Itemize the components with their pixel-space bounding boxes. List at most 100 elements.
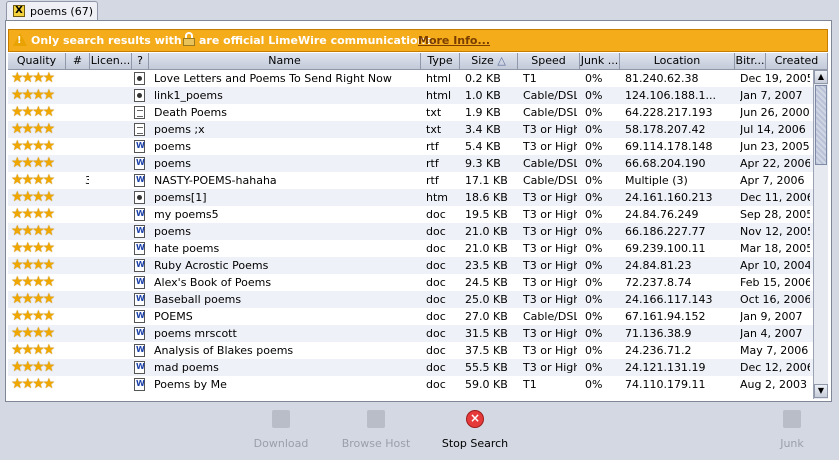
close-tab-icon[interactable]: X — [13, 5, 25, 17]
doc-file-icon — [134, 140, 145, 153]
cell-speed: T1 — [523, 72, 537, 85]
doc-file-icon — [134, 174, 145, 187]
table-row[interactable]: ★★★★ mad poems doc 55.5 KB T3 or Higher 0% 24.… — [8, 359, 813, 376]
table-row[interactable]: ★★★★ poems rtf 5.4 KB T3 or Higher 0% 69.114.1… — [8, 138, 813, 155]
cell-name: Death Poems — [154, 106, 227, 119]
column-created[interactable]: Created — [766, 53, 828, 70]
cell-name: poems ;x — [154, 123, 205, 136]
vertical-scrollbar[interactable]: ▲ ▼ — [813, 70, 828, 399]
cell-name: hate poems — [154, 242, 220, 255]
tab-search-poems[interactable]: X poems (67) — [6, 1, 98, 20]
cell-speed: T3 or Higher — [523, 242, 577, 255]
table-row[interactable]: ★★★★ 3 NASTY-POEMS-hahaha rtf 17.1 KB Cable/D… — [8, 172, 813, 189]
cell-location: 24.121.131.19 — [625, 361, 706, 374]
table-row[interactable]: ★★★★ Love Letters and Poems To Send Right… — [8, 70, 813, 87]
stop-search-button[interactable]: × Stop Search — [435, 408, 515, 454]
cell-created: Dec 12, 2006 — [740, 361, 810, 374]
cell-created: Sep 28, 2005 — [740, 208, 810, 221]
cell-speed: Cable/DSL — [523, 106, 577, 119]
table-row[interactable]: ★★★★ poems ;x txt 3.4 KB T3 or Higher 0% 58.17… — [8, 121, 813, 138]
cell-count — [85, 138, 89, 155]
browse-host-button[interactable]: Browse Host — [335, 408, 417, 454]
cell-created: Apr 22, 2006 — [740, 157, 810, 170]
cell-type: doc — [426, 327, 446, 340]
table-row[interactable]: ★★★★ poems[1] htm 18.6 KB T3 or Higher 0% 24.1… — [8, 189, 813, 206]
table-row[interactable]: ★★★★ poems rtf 9.3 KB Cable/DSL 0% 66.68.204.1… — [8, 155, 813, 172]
cell-location: 74.110.179.11 — [625, 378, 706, 391]
column-location[interactable]: Location — [620, 53, 735, 70]
column-junk[interactable]: Junk ... — [580, 53, 620, 70]
table-row[interactable]: ★★★★ hate poems doc 21.0 KB T3 or Higher 0% 69… — [8, 240, 813, 257]
trash-icon — [783, 410, 801, 428]
cell-type: txt — [426, 123, 442, 136]
table-row[interactable]: ★★★★ link1_poems html 1.0 KB Cable/DSL 0% 124.… — [8, 87, 813, 104]
table-row[interactable]: ★★★★ Baseball poems doc 25.0 KB T3 or Higher… — [8, 291, 813, 308]
cell-type: html — [426, 89, 452, 102]
cell-speed: T3 or Higher — [523, 361, 577, 374]
table-row[interactable]: ★★★★ poems mrscott doc 31.5 KB T3 or Higher 0… — [8, 325, 813, 342]
junk-button[interactable]: Junk — [770, 408, 814, 454]
column-count[interactable]: # — [66, 53, 90, 70]
cell-count — [85, 87, 89, 104]
cell-size: 5.4 KB — [465, 140, 501, 153]
cell-type: rtf — [426, 140, 439, 153]
junk-label: Junk — [780, 437, 804, 450]
cell-speed: Cable/DSL — [523, 89, 577, 102]
table-row[interactable]: ★★★★ my poems5 doc 19.5 KB T3 or Higher 0% 24.… — [8, 206, 813, 223]
download-button[interactable]: Download — [245, 408, 317, 454]
scrollbar-thumb[interactable] — [815, 85, 827, 165]
table-row[interactable]: ★★★★ Death Poems txt 1.9 KB Cable/DSL 0% 64.22… — [8, 104, 813, 121]
cell-location: 124.106.188.1... — [625, 89, 716, 102]
cell-created: Jan 9, 2007 — [740, 310, 803, 323]
cell-name: poems[1] — [154, 191, 207, 204]
cell-speed: T1 — [523, 378, 537, 391]
cell-type: doc — [426, 225, 446, 238]
column-icon[interactable]: ? — [132, 53, 149, 70]
table-row[interactable]: ★★★★ Analysis of Blakes poems doc 37.5 KB T3… — [8, 342, 813, 359]
warning-icon-mark: ! — [17, 35, 22, 46]
cell-created: Jun 26, 2000 — [740, 106, 810, 119]
cell-type: doc — [426, 310, 446, 323]
cell-junk: 0% — [585, 310, 603, 323]
column-size[interactable]: Size △ — [460, 53, 518, 70]
table-row[interactable]: ★★★★ Ruby Acrostic Poems doc 23.5 KB T3 or H… — [8, 257, 813, 274]
cell-count — [85, 274, 89, 291]
cell-count — [85, 359, 89, 376]
cell-junk: 0% — [585, 242, 603, 255]
cell-location: 24.84.76.249 — [625, 208, 699, 221]
doc-file-icon — [134, 208, 145, 221]
cell-count — [85, 257, 89, 274]
scroll-down-icon[interactable]: ▼ — [814, 384, 828, 398]
stop-search-label: Stop Search — [441, 437, 509, 450]
cell-created: Apr 7, 2006 — [740, 174, 805, 187]
cell-created: Apr 10, 2004 — [740, 259, 810, 272]
cell-speed: T3 or Higher — [523, 276, 577, 289]
table-row[interactable]: ★★★★ Alex's Book of Poems doc 24.5 KB T3 or … — [8, 274, 813, 291]
table-row[interactable]: ★★★★ poems doc 21.0 KB T3 or Higher 0% 66.186.… — [8, 223, 813, 240]
table-row[interactable]: ★★★★ Poems by Me doc 59.0 KB T1 0% 74.110.179.… — [8, 376, 813, 393]
scroll-up-icon[interactable]: ▲ — [814, 70, 828, 84]
cell-size: 9.3 KB — [465, 157, 501, 170]
cell-type: rtf — [426, 174, 439, 187]
cell-count — [85, 325, 89, 342]
column-type[interactable]: Type — [421, 53, 460, 70]
cell-location: 81.240.62.38 — [625, 72, 699, 85]
cell-junk: 0% — [585, 140, 603, 153]
doc-file-icon — [134, 361, 145, 374]
more-info-link[interactable]: More Info... — [418, 34, 490, 47]
txt-file-icon — [134, 106, 145, 119]
cell-created: Dec 19, 2005 — [740, 72, 810, 85]
column-name[interactable]: Name — [149, 53, 421, 70]
column-quality[interactable]: Quality — [8, 53, 66, 70]
column-license[interactable]: Licen... — [90, 53, 132, 70]
cell-junk: 0% — [585, 378, 603, 391]
column-bitrate[interactable]: Bitr... — [735, 53, 766, 70]
table-row[interactable]: ★★★★ POEMS doc 27.0 KB Cable/DSL 0% 67.161.94.… — [8, 308, 813, 325]
column-speed[interactable]: Speed — [518, 53, 580, 70]
cell-type: doc — [426, 242, 446, 255]
cell-type: html — [426, 72, 452, 85]
cell-size: 0.2 KB — [465, 72, 501, 85]
cell-location: 72.237.8.74 — [625, 276, 692, 289]
cell-size: 37.5 KB — [465, 344, 508, 357]
doc-file-icon — [134, 327, 145, 340]
